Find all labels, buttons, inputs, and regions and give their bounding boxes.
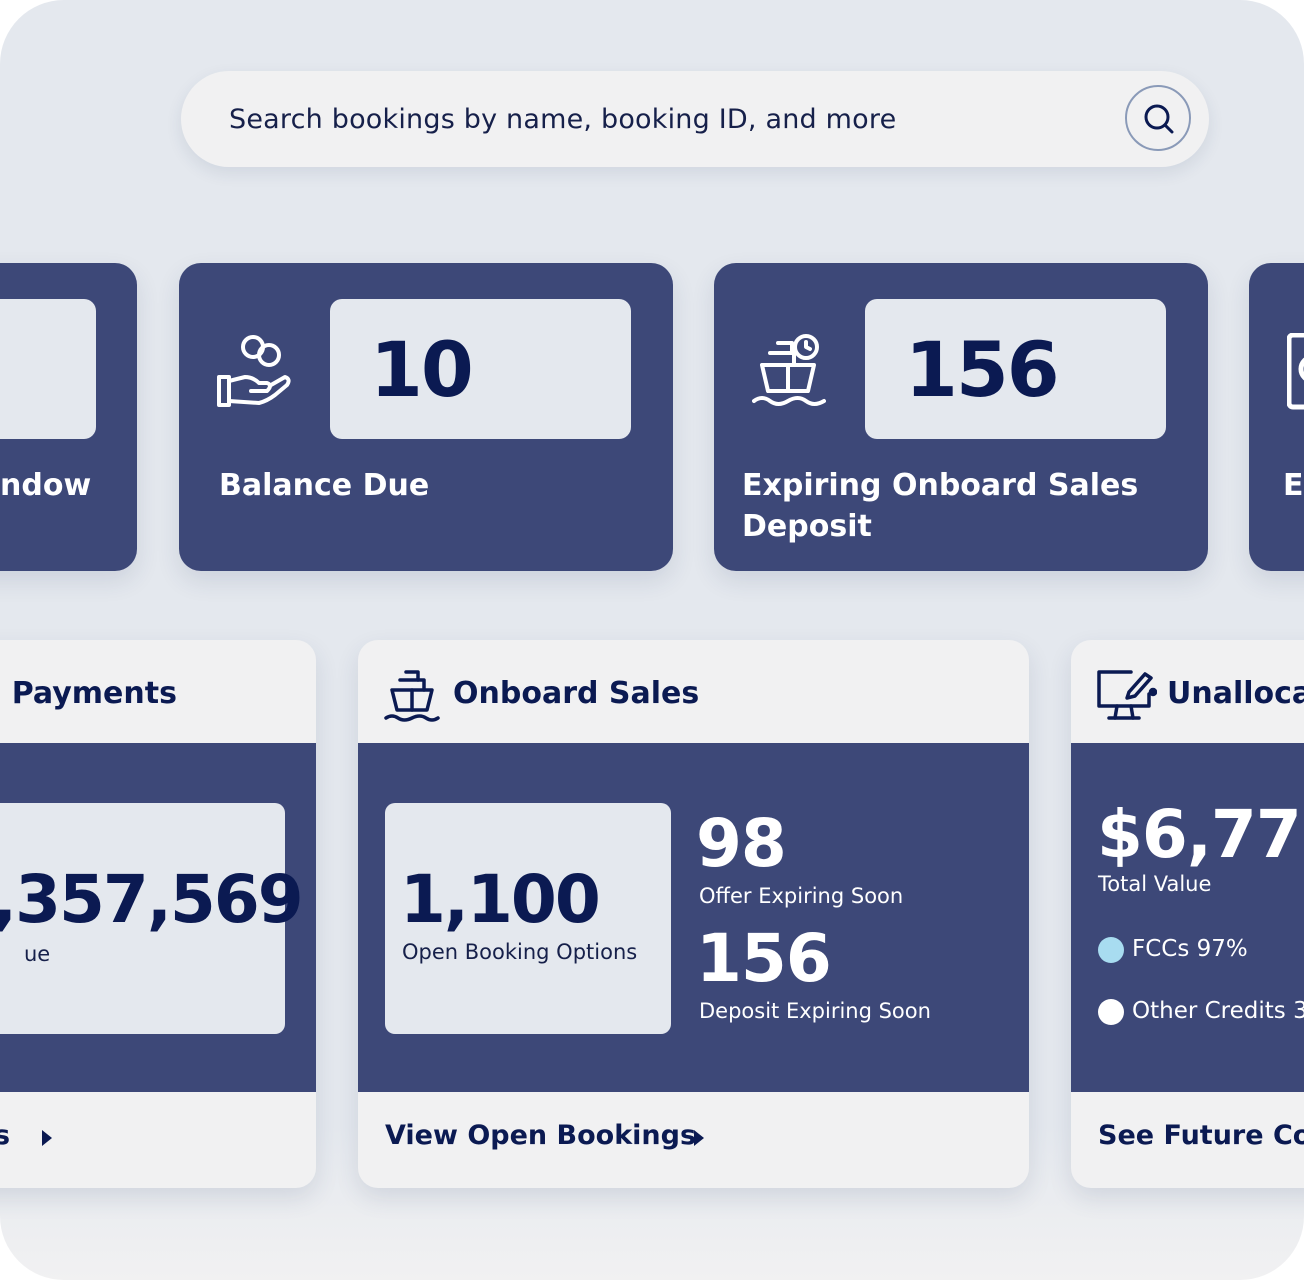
total-value: $6,777 bbox=[1097, 796, 1304, 873]
hand-coins-icon bbox=[215, 333, 295, 417]
panel-payments: l Payments ,357,569 ue s bbox=[0, 640, 316, 1188]
search-input[interactable]: Search bookings by name, booking ID, and… bbox=[229, 104, 896, 135]
legend-label-fccs: FCCs 97% bbox=[1132, 936, 1248, 962]
panel-footer[interactable]: See Future Con bbox=[1071, 1092, 1304, 1188]
dashboard-frame: Search bookings by name, booking ID, and… bbox=[0, 0, 1304, 1280]
ship-icon bbox=[384, 668, 440, 728]
legend-dot-other bbox=[1098, 999, 1124, 1025]
deposit-expiring-value: 156 bbox=[696, 920, 832, 997]
view-open-bookings-link[interactable]: View Open Bookings bbox=[385, 1120, 696, 1151]
panel-header: Unalloca bbox=[1071, 640, 1304, 743]
total-value-caption: Total Value bbox=[1098, 872, 1212, 896]
footer-link[interactable]: s bbox=[0, 1120, 10, 1151]
offer-expiring-value: 98 bbox=[696, 805, 787, 882]
stat-label: Expiring Onboard Sales Deposit bbox=[742, 468, 1139, 544]
panel-footer[interactable]: s bbox=[0, 1092, 316, 1188]
panel-title: Unalloca bbox=[1167, 676, 1304, 711]
stat-card-window[interactable]: ndow bbox=[0, 263, 137, 571]
panel-title: Onboard Sales bbox=[453, 676, 700, 711]
stat-value-box: 156 bbox=[865, 299, 1166, 439]
stat-label: E bbox=[1283, 468, 1304, 503]
document-icon bbox=[1286, 332, 1304, 417]
legend-label-other: Other Credits 3 bbox=[1132, 998, 1304, 1024]
open-bookings-value: 1,100 bbox=[400, 861, 601, 938]
stat-value-box: 10 bbox=[330, 299, 631, 439]
caret-right-icon bbox=[42, 1130, 52, 1146]
stat-card-partial[interactable]: E bbox=[1249, 263, 1304, 571]
stat-value: 156 bbox=[905, 325, 1060, 414]
ship-clock-icon bbox=[752, 333, 826, 413]
value-box: ,357,569 ue bbox=[0, 803, 304, 1034]
open-bookings-caption: Open Booking Options bbox=[402, 940, 638, 964]
search-bar[interactable]: Search bookings by name, booking ID, and… bbox=[181, 71, 1209, 167]
panel-onboard-sales: Onboard Sales 1,100 Open Booking Options… bbox=[358, 640, 1029, 1188]
offer-expiring-caption: Offer Expiring Soon bbox=[699, 884, 904, 908]
panel-header: l Payments bbox=[0, 640, 316, 743]
stat-label: Balance Due bbox=[219, 468, 430, 503]
deposit-expiring-caption: Deposit Expiring Soon bbox=[699, 999, 931, 1023]
caret-right-icon bbox=[694, 1130, 704, 1146]
stat-value-box bbox=[0, 299, 96, 439]
stat-card-balance-due[interactable]: 10 Balance Due bbox=[179, 263, 673, 571]
total-value: ,357,569 bbox=[0, 861, 304, 938]
panel-unallocated: Unalloca $6,777 Total Value FCCs 97% Oth… bbox=[1071, 640, 1304, 1188]
panel-header: Onboard Sales bbox=[358, 640, 1029, 743]
stat-card-expiring-deposit[interactable]: 156 Expiring Onboard Sales Deposit bbox=[714, 263, 1208, 571]
panel-title: l Payments bbox=[0, 676, 177, 711]
search-button[interactable] bbox=[1125, 85, 1191, 151]
open-bookings-box: 1,100 Open Booking Options bbox=[385, 803, 671, 1034]
panel-footer[interactable]: View Open Bookings bbox=[358, 1092, 1029, 1188]
legend-dot-fccs bbox=[1098, 937, 1124, 963]
monitor-edit-icon bbox=[1095, 668, 1158, 728]
stat-value: 10 bbox=[370, 325, 474, 414]
value-caption: ue bbox=[24, 942, 51, 966]
footer-link[interactable]: See Future Con bbox=[1098, 1120, 1304, 1151]
